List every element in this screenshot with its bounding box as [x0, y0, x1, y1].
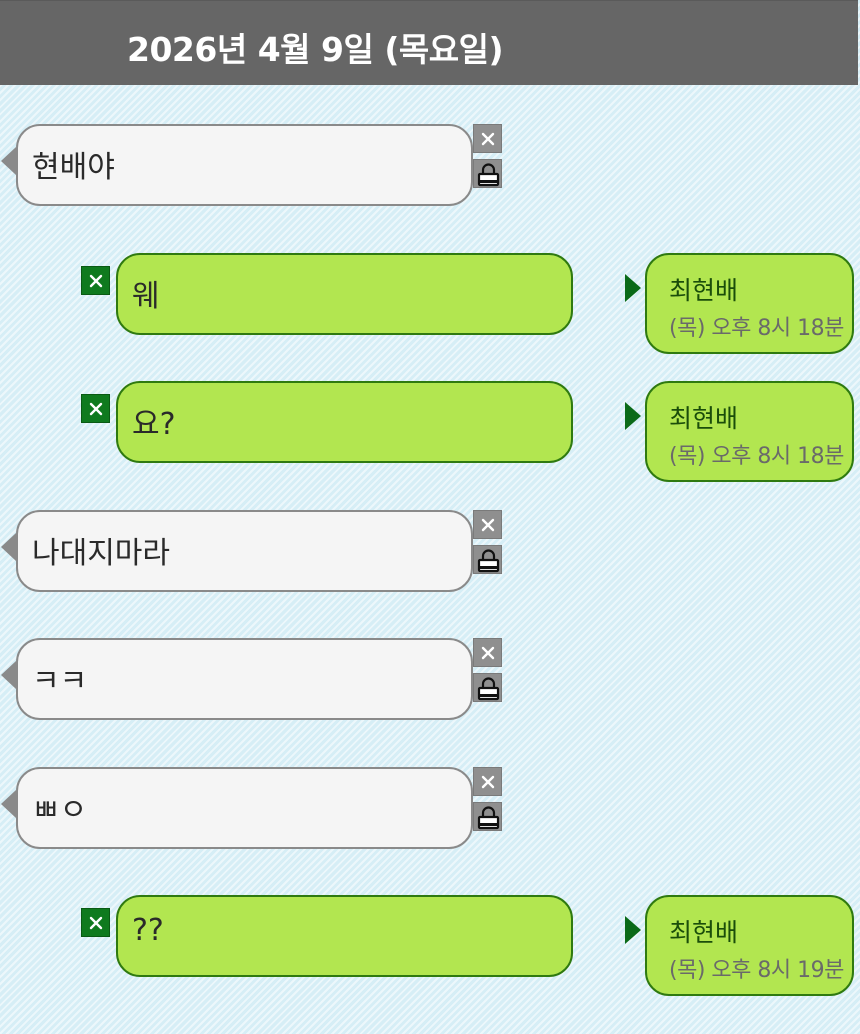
incoming-bubble-tail [1, 661, 16, 689]
close-icon [481, 132, 495, 146]
sender-name: 최현배 [669, 404, 739, 433]
close-icon [481, 646, 495, 660]
delete-message-button[interactable] [473, 124, 502, 153]
message-timestamp: (목) 오후 8시 19분 [669, 958, 844, 983]
delete-message-button[interactable] [473, 767, 502, 796]
incoming-bubble-tail [1, 533, 16, 561]
lock-message-button[interactable] [473, 159, 502, 188]
message-timestamp: (목) 오후 8시 18분 [669, 444, 844, 469]
message-text: ㅋㅋ [32, 664, 88, 699]
sender-pointer [625, 274, 641, 302]
date-title: 2026년 4월 9일 (목요일) [127, 30, 504, 69]
incoming-bubble-tail [1, 790, 16, 818]
close-icon [89, 274, 103, 288]
delete-message-button[interactable] [81, 394, 110, 423]
message-text: 나대지마라 [32, 536, 170, 571]
lock-message-button[interactable] [473, 545, 502, 574]
sender-info: 최현배 (목) 오후 8시 18분 [645, 253, 854, 354]
sender-name: 최현배 [669, 918, 739, 947]
close-icon [89, 402, 103, 416]
delete-message-button[interactable] [473, 510, 502, 539]
outgoing-message-bubble[interactable]: 요? [116, 381, 573, 463]
close-icon [481, 775, 495, 789]
sender-pointer [625, 916, 641, 944]
sender-info: 최현배 (목) 오후 8시 19분 [645, 895, 854, 996]
sender-name: 최현배 [669, 276, 739, 305]
incoming-message-bubble[interactable]: ㅃㅇ [16, 767, 473, 849]
delete-message-button[interactable] [81, 908, 110, 937]
lock-message-button[interactable] [473, 802, 502, 831]
close-icon [481, 518, 495, 532]
lock-icon [477, 806, 500, 830]
outgoing-message-bubble[interactable]: 웨 [116, 253, 573, 335]
message-timestamp: (목) 오후 8시 18분 [669, 316, 844, 341]
lock-icon [477, 677, 500, 701]
incoming-message-bubble[interactable]: ㅋㅋ [16, 638, 473, 720]
incoming-message-bubble[interactable]: 현배야 [16, 124, 473, 206]
lock-message-button[interactable] [473, 673, 502, 702]
message-text: ?? [132, 913, 164, 948]
date-header: 2026년 4월 9일 (목요일) [0, 0, 858, 85]
sender-pointer [625, 402, 641, 430]
sender-info: 최현배 (목) 오후 8시 18분 [645, 381, 854, 482]
incoming-message-bubble[interactable]: 나대지마라 [16, 510, 473, 592]
incoming-bubble-tail [1, 147, 16, 175]
lock-icon [477, 163, 500, 187]
delete-message-button[interactable] [81, 266, 110, 295]
lock-icon [477, 549, 500, 573]
message-text: 요? [132, 407, 176, 442]
delete-message-button[interactable] [473, 638, 502, 667]
message-text: 웨 [132, 279, 160, 314]
message-text: 현배야 [32, 150, 115, 185]
message-text: ㅃㅇ [32, 793, 88, 828]
outgoing-message-bubble[interactable]: ?? [116, 895, 573, 977]
close-icon [89, 916, 103, 930]
